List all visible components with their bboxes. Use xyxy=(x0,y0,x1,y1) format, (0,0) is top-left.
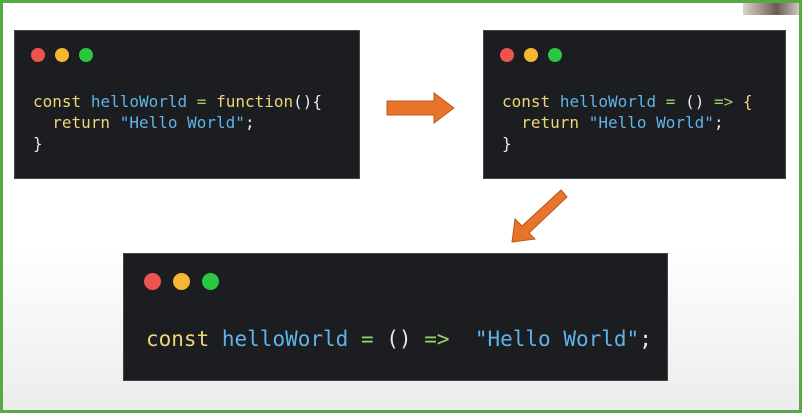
close-dot-icon xyxy=(31,48,45,62)
code-window-arrow-function: const helloWorld = () => { return "Hello… xyxy=(483,30,786,179)
window-controls xyxy=(144,273,231,290)
arrow-right-icon xyxy=(386,92,455,124)
minimize-dot-icon xyxy=(524,48,538,62)
keyword-return: return xyxy=(521,113,580,132)
identifier: helloWorld xyxy=(221,327,349,351)
parentheses: () xyxy=(685,92,705,111)
punctuation: ; xyxy=(639,327,652,351)
assign-operator: = xyxy=(196,92,207,111)
maximize-dot-icon xyxy=(79,48,93,62)
keyword-const: const xyxy=(502,92,551,111)
webcam-thumbnail xyxy=(743,3,799,15)
close-dot-icon xyxy=(144,273,161,290)
arrow-operator: => xyxy=(424,327,450,351)
string-literal: "Hello World" xyxy=(588,113,714,132)
arrow-down-left-icon xyxy=(511,189,568,243)
keyword-const: const xyxy=(33,92,82,111)
string-literal: "Hello World" xyxy=(474,327,640,351)
minimize-dot-icon xyxy=(55,48,69,62)
minimize-dot-icon xyxy=(173,273,190,290)
keyword-return: return xyxy=(52,113,111,132)
window-controls xyxy=(500,48,572,62)
identifier: helloWorld xyxy=(90,92,188,111)
maximize-dot-icon xyxy=(548,48,562,62)
arrow-operator: => xyxy=(713,92,734,111)
code-block: const helloWorld = () => "Hello World"; xyxy=(146,326,652,352)
punctuation: ; xyxy=(244,113,255,132)
close-dot-icon xyxy=(500,48,514,62)
maximize-dot-icon xyxy=(202,273,219,290)
keyword-function: function xyxy=(216,92,294,111)
string-literal: "Hello World" xyxy=(119,113,245,132)
window-controls xyxy=(31,48,103,62)
punctuation: (){ xyxy=(293,92,323,111)
keyword-const: const xyxy=(146,327,210,351)
assign-operator: = xyxy=(360,327,374,351)
code-block: const helloWorld = function(){ return "H… xyxy=(33,91,322,154)
assign-operator: = xyxy=(665,92,676,111)
parentheses: () xyxy=(386,327,412,351)
opening-brace: { xyxy=(742,92,753,111)
code-block: const helloWorld = () => { return "Hello… xyxy=(502,91,753,154)
identifier: helloWorld xyxy=(559,92,657,111)
punctuation: ; xyxy=(713,113,724,132)
closing-brace: } xyxy=(33,134,43,153)
code-window-concise-arrow: const helloWorld = () => "Hello World"; xyxy=(123,253,668,381)
closing-brace: } xyxy=(502,134,512,153)
code-window-function-expression: const helloWorld = function(){ return "H… xyxy=(14,30,360,179)
